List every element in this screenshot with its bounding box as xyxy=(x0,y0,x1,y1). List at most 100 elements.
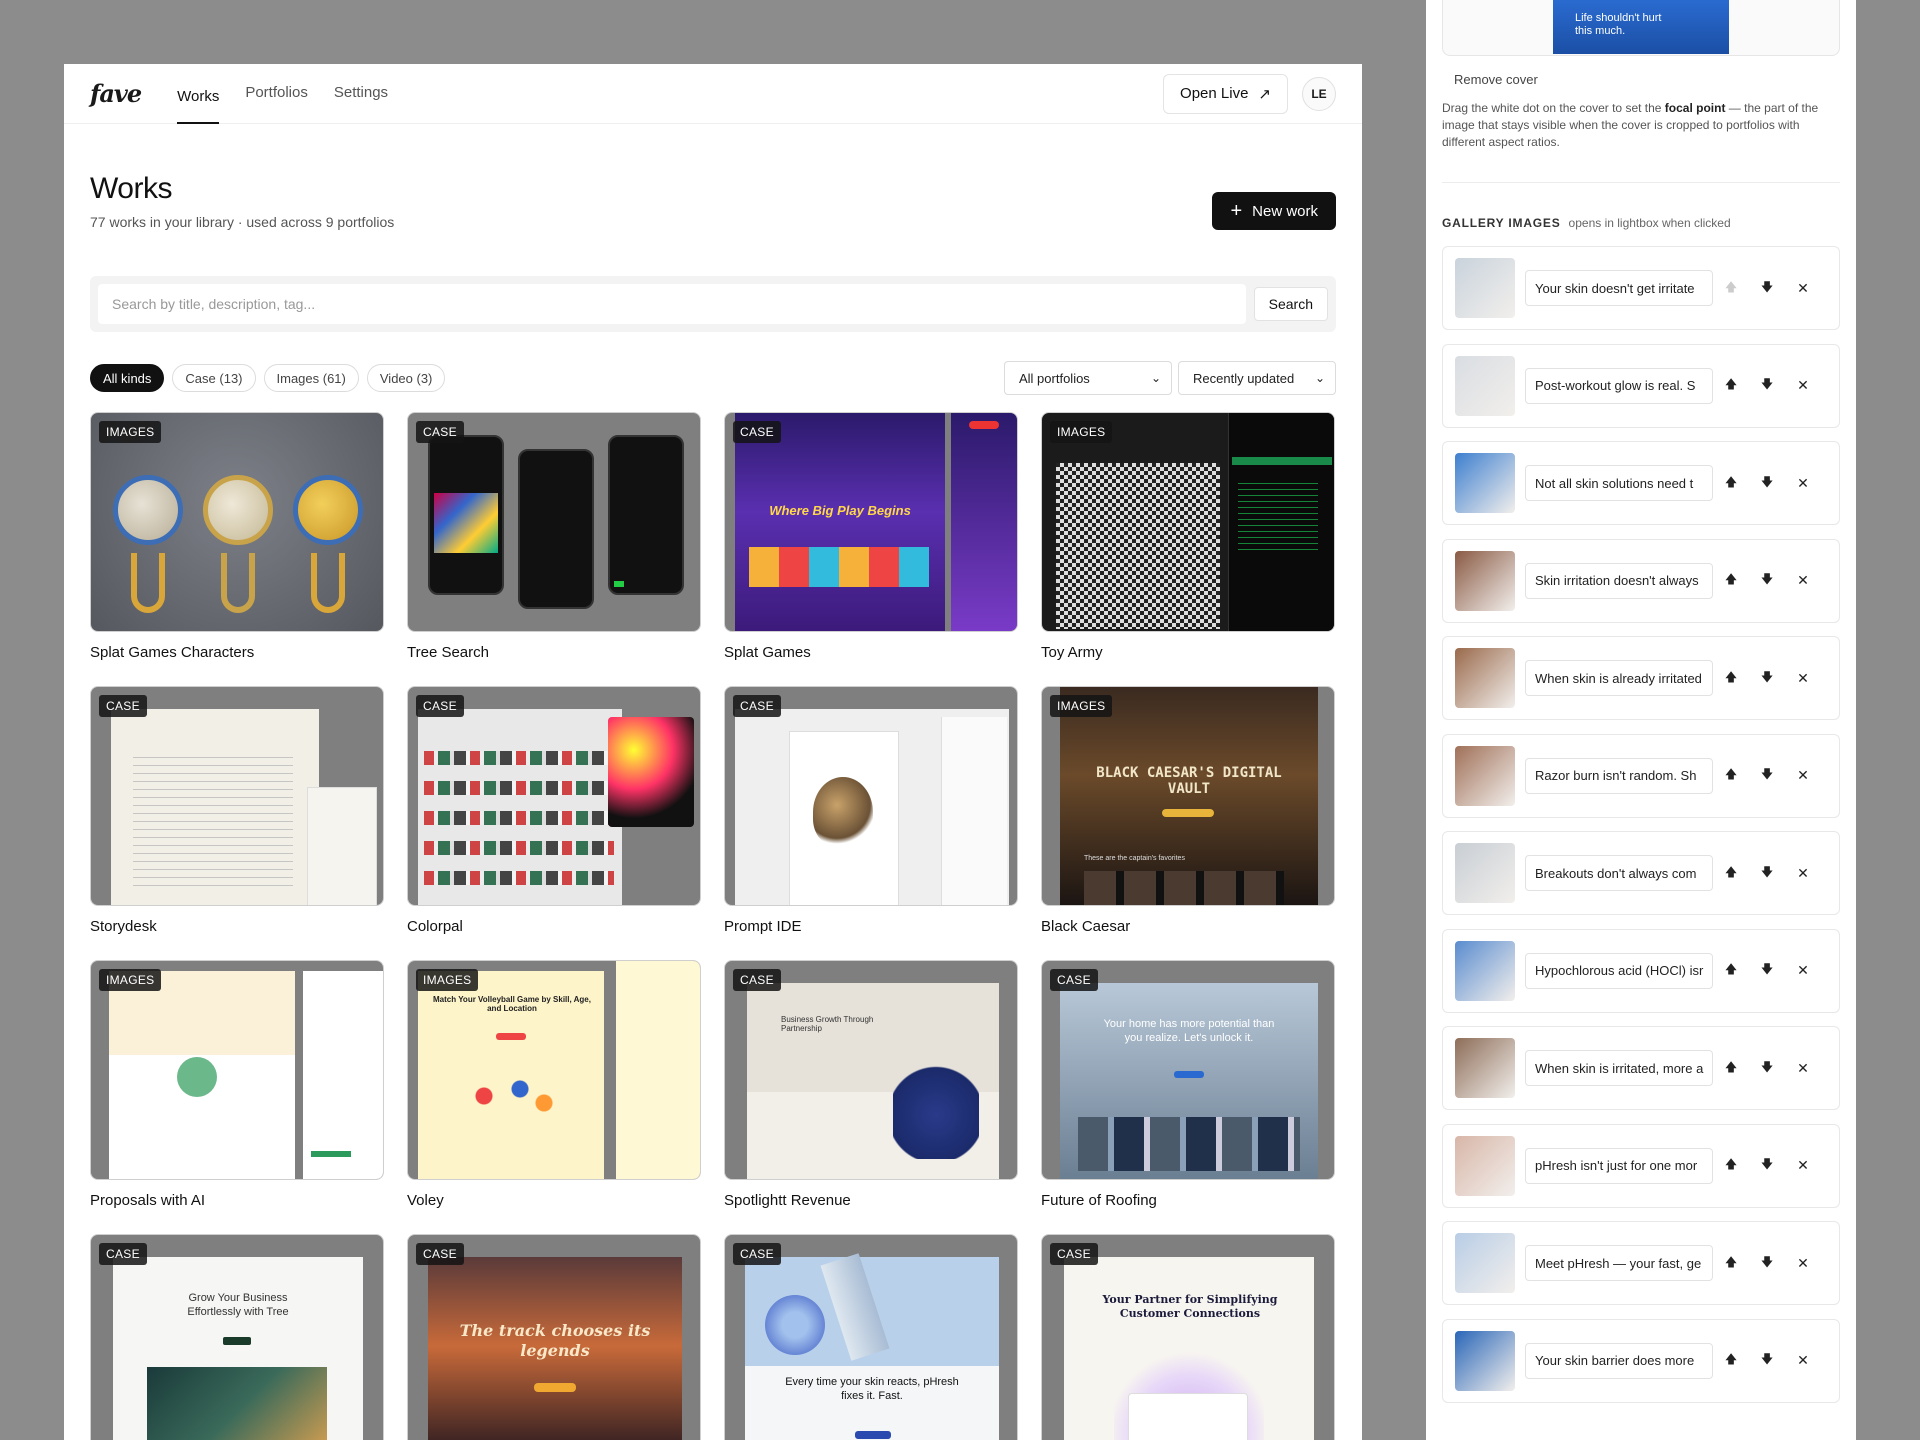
work-card[interactable]: CASE Your home has more potential than y… xyxy=(1041,960,1335,1234)
move-down-icon[interactable]: 🡇 xyxy=(1749,1058,1785,1079)
work-card[interactable]: CASE Grow Your Business Effortlessly wit… xyxy=(90,1234,384,1440)
gallery-caption-input[interactable]: When skin is already irritated xyxy=(1525,660,1713,696)
remove-icon[interactable]: ✕ xyxy=(1785,1157,1821,1174)
cover-preview[interactable]: Life shouldn't hurt this much. xyxy=(1442,0,1840,56)
move-up-icon[interactable]: 🡅 xyxy=(1713,668,1749,689)
remove-icon[interactable]: ✕ xyxy=(1785,572,1821,589)
move-down-icon[interactable]: 🡇 xyxy=(1749,1350,1785,1371)
remove-icon[interactable]: ✕ xyxy=(1785,280,1821,297)
gallery-caption-input[interactable]: Your skin barrier does more xyxy=(1525,1342,1713,1379)
work-thumbnail[interactable]: CASE Business Growth Through Partnership xyxy=(724,960,1018,1180)
move-up-icon[interactable]: 🡅 xyxy=(1713,960,1749,981)
work-thumbnail[interactable]: CASE Every time your skin reacts, pHresh… xyxy=(724,1234,1018,1440)
move-down-icon[interactable]: 🡇 xyxy=(1749,1253,1785,1274)
gallery-thumbnail[interactable] xyxy=(1455,355,1515,416)
work-card[interactable]: CASE Prompt IDE xyxy=(724,686,1018,960)
chip-video[interactable]: Video (3) xyxy=(366,364,446,392)
work-card[interactable]: CASE Every time your skin reacts, pHresh… xyxy=(724,1234,1018,1440)
work-card[interactable]: CASE The track chooses its legends xyxy=(407,1234,701,1440)
work-thumbnail[interactable]: CASE Your home has more potential than y… xyxy=(1041,960,1335,1180)
gallery-caption-input[interactable]: Razor burn isn't random. Sh xyxy=(1525,757,1713,794)
nav-works[interactable]: Works xyxy=(177,76,220,124)
chip-images[interactable]: Images (61) xyxy=(263,364,359,392)
work-thumbnail[interactable]: CASE xyxy=(407,412,701,632)
work-card[interactable]: CASE Tree Search xyxy=(407,412,701,686)
remove-icon[interactable]: ✕ xyxy=(1785,670,1821,687)
gallery-caption-input[interactable]: Your skin doesn't get irritate xyxy=(1525,270,1713,306)
remove-icon[interactable]: ✕ xyxy=(1785,1352,1821,1369)
work-thumbnail[interactable]: IMAGES BLACK CAESAR'S DIGITAL VAULT Thes… xyxy=(1041,686,1335,906)
gallery-thumbnail[interactable] xyxy=(1455,940,1515,1001)
app-logo[interactable]: fave xyxy=(90,79,142,108)
gallery-caption-input[interactable]: pHresh isn't just for one mor xyxy=(1525,1147,1713,1184)
gallery-caption-input[interactable]: Skin irritation doesn't always xyxy=(1525,562,1713,599)
move-down-icon[interactable]: 🡇 xyxy=(1749,570,1785,591)
gallery-thumbnail[interactable] xyxy=(1455,258,1515,318)
user-avatar[interactable]: LE xyxy=(1302,76,1336,111)
move-down-icon[interactable]: 🡇 xyxy=(1749,863,1785,884)
work-card[interactable]: CASE Your Partner for Simplifying Custom… xyxy=(1041,1234,1335,1440)
work-card[interactable]: IMAGES Match Your Volleyball Game by Ski… xyxy=(407,960,701,1234)
remove-icon[interactable]: ✕ xyxy=(1785,767,1821,784)
cover-image[interactable]: Life shouldn't hurt this much. xyxy=(1553,0,1729,54)
move-down-icon[interactable]: 🡇 xyxy=(1749,473,1785,494)
work-thumbnail[interactable]: IMAGES Match Your Volleyball Game by Ski… xyxy=(407,960,701,1180)
gallery-thumbnail[interactable] xyxy=(1455,843,1515,903)
gallery-caption-input[interactable]: Not all skin solutions need t xyxy=(1525,465,1713,501)
work-thumbnail[interactable]: CASE xyxy=(407,686,701,906)
remove-icon[interactable]: ✕ xyxy=(1785,962,1821,979)
move-up-icon[interactable]: 🡅 xyxy=(1713,473,1749,494)
search-button[interactable]: Search xyxy=(1253,287,1328,321)
work-card[interactable]: CASE Colorpal xyxy=(407,686,701,960)
chip-case[interactable]: Case (13) xyxy=(172,364,256,392)
gallery-caption-input[interactable]: Hypochlorous acid (HOCl) isr xyxy=(1525,952,1713,989)
work-thumbnail[interactable]: IMAGES xyxy=(1041,412,1335,632)
move-down-icon[interactable]: 🡇 xyxy=(1749,765,1785,786)
work-thumbnail[interactable]: CASE Grow Your Business Effortlessly wit… xyxy=(90,1234,384,1440)
chip-all-kinds[interactable]: All kinds xyxy=(90,364,165,392)
gallery-caption-input[interactable]: Breakouts don't always com xyxy=(1525,855,1713,891)
work-card[interactable]: CASE Storydesk xyxy=(90,686,384,960)
move-down-icon[interactable]: 🡇 xyxy=(1749,1155,1785,1176)
work-card[interactable]: IMAGES Splat Games Characters xyxy=(90,412,384,686)
move-up-icon[interactable]: 🡅 xyxy=(1713,1350,1749,1371)
work-thumbnail[interactable]: CASE Your Partner for Simplifying Custom… xyxy=(1041,1234,1335,1440)
gallery-thumbnail[interactable] xyxy=(1455,1038,1515,1098)
work-thumbnail[interactable]: CASE xyxy=(724,686,1018,906)
work-thumbnail[interactable]: CASE Where Big Play Begins xyxy=(724,412,1018,632)
gallery-caption-input[interactable]: Meet pHresh — your fast, ge xyxy=(1525,1245,1713,1281)
gallery-caption-input[interactable]: When skin is irritated, more a xyxy=(1525,1050,1713,1086)
move-up-icon[interactable]: 🡅 xyxy=(1713,765,1749,786)
work-thumbnail[interactable]: CASE The track chooses its legends xyxy=(407,1234,701,1440)
work-card[interactable]: IMAGES Proposals with AI xyxy=(90,960,384,1234)
gallery-thumbnail[interactable] xyxy=(1455,648,1515,708)
work-thumbnail[interactable]: CASE xyxy=(90,686,384,906)
work-thumbnail[interactable]: IMAGES xyxy=(90,412,384,632)
remove-icon[interactable]: ✕ xyxy=(1785,1060,1821,1077)
gallery-thumbnail[interactable] xyxy=(1455,550,1515,611)
sort-select[interactable]: Recently updated ⌄ xyxy=(1178,361,1336,395)
nav-settings[interactable]: Settings xyxy=(334,64,388,124)
move-down-icon[interactable]: 🡇 xyxy=(1749,960,1785,981)
remove-cover-link[interactable]: Remove cover xyxy=(1454,72,1538,87)
move-down-icon[interactable]: 🡇 xyxy=(1749,375,1785,396)
new-work-button[interactable]: + New work xyxy=(1212,192,1336,230)
work-thumbnail[interactable]: IMAGES xyxy=(90,960,384,1180)
open-live-button[interactable]: Open Live ↗ xyxy=(1163,73,1288,114)
remove-icon[interactable]: ✕ xyxy=(1785,1255,1821,1272)
work-card[interactable]: CASE Business Growth Through Partnership… xyxy=(724,960,1018,1234)
move-up-icon[interactable]: 🡅 xyxy=(1713,375,1749,396)
gallery-thumbnail[interactable] xyxy=(1455,453,1515,513)
move-up-icon[interactable]: 🡅 xyxy=(1713,570,1749,591)
search-input[interactable]: Search by title, description, tag... xyxy=(98,284,1246,324)
work-card[interactable]: IMAGES BLACK CAESAR'S DIGITAL VAULT Thes… xyxy=(1041,686,1335,960)
move-down-icon[interactable]: 🡇 xyxy=(1749,278,1785,299)
move-up-icon[interactable]: 🡅 xyxy=(1713,278,1749,299)
remove-icon[interactable]: ✕ xyxy=(1785,377,1821,394)
remove-icon[interactable]: ✕ xyxy=(1785,865,1821,882)
gallery-caption-input[interactable]: Post-workout glow is real. S xyxy=(1525,367,1713,404)
move-down-icon[interactable]: 🡇 xyxy=(1749,668,1785,689)
work-card[interactable]: IMAGES Toy Army xyxy=(1041,412,1335,686)
gallery-thumbnail[interactable] xyxy=(1455,745,1515,806)
gallery-thumbnail[interactable] xyxy=(1455,1135,1515,1196)
